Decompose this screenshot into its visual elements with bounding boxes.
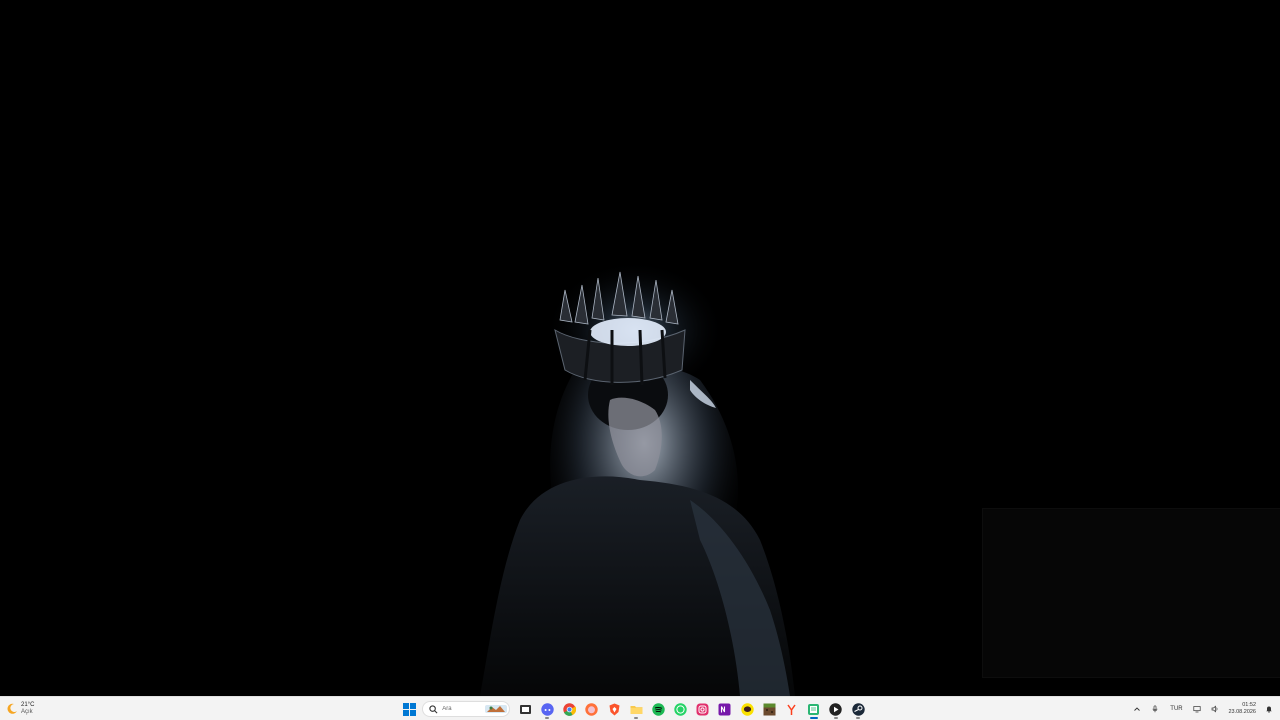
spotify-icon bbox=[652, 702, 665, 716]
kakaotalk-icon bbox=[740, 702, 754, 716]
search-highlight-image-icon bbox=[485, 705, 508, 713]
taskbar-app-whatsapp[interactable] bbox=[672, 700, 690, 718]
weather-temperature: 21°C bbox=[21, 702, 35, 708]
taskbar-app-instagram[interactable] bbox=[694, 700, 712, 718]
search-icon bbox=[429, 704, 438, 713]
weather-text: 21°C Açık bbox=[21, 702, 34, 716]
speaker-icon bbox=[1212, 705, 1218, 713]
discord-icon bbox=[541, 702, 554, 716]
clock-date: 23.08.2026 bbox=[1228, 709, 1256, 715]
play-icon bbox=[829, 702, 843, 716]
taskbar-app-notepad[interactable] bbox=[805, 700, 823, 719]
windows-logo-icon bbox=[402, 702, 416, 716]
yandex-icon bbox=[787, 704, 796, 715]
network-icon bbox=[1193, 706, 1202, 713]
show-hidden-icons-button[interactable] bbox=[1130, 700, 1144, 718]
clock[interactable]: 01:52 23.08.2026 bbox=[1224, 702, 1260, 716]
steam-icon bbox=[851, 702, 865, 716]
brave-icon bbox=[609, 703, 620, 715]
notepad-icon bbox=[808, 703, 820, 715]
system-tray: TUR 01:52 23.08.2026 bbox=[1128, 699, 1280, 719]
search-input[interactable] bbox=[438, 703, 493, 715]
taskbar-app-minecraft[interactable] bbox=[760, 700, 778, 718]
clock-time: 01:52 bbox=[1242, 702, 1256, 708]
taskbar-app-steam[interactable] bbox=[849, 700, 867, 719]
network-button[interactable] bbox=[1190, 700, 1204, 718]
moon-icon bbox=[7, 703, 17, 714]
taskbar-app-spotify[interactable] bbox=[649, 700, 667, 718]
minecraft-icon bbox=[763, 703, 776, 715]
volume-button[interactable] bbox=[1208, 700, 1222, 718]
desktop bbox=[0, 0, 1280, 696]
weather-condition: Açık bbox=[21, 709, 33, 715]
start-button[interactable] bbox=[400, 700, 418, 718]
taskbar: 21°C Açık Ara TUR 01:52 23.08.2026 bbox=[0, 696, 1280, 720]
microphone-button[interactable] bbox=[1148, 700, 1162, 718]
input-language-indicator[interactable]: TUR bbox=[1166, 700, 1186, 718]
taskbar-app-media-player[interactable] bbox=[827, 700, 845, 719]
firefox-icon bbox=[585, 702, 599, 716]
notification-button[interactable] bbox=[1262, 700, 1276, 718]
onenote-icon bbox=[718, 703, 731, 715]
taskbar-app-file-explorer[interactable] bbox=[627, 700, 645, 719]
taskbar-app-yandex[interactable] bbox=[783, 700, 801, 718]
chevron-up-icon bbox=[1134, 707, 1141, 711]
taskbar-app-onenote[interactable] bbox=[716, 700, 734, 718]
taskbar-app-discord[interactable] bbox=[538, 700, 556, 719]
taskbar-app-firefox[interactable] bbox=[583, 700, 601, 718]
bell-icon bbox=[1266, 706, 1272, 713]
taskbar-app-chrome[interactable] bbox=[561, 700, 579, 718]
chrome-icon bbox=[563, 702, 577, 716]
whatsapp-icon bbox=[674, 702, 687, 716]
instagram-icon bbox=[696, 703, 709, 715]
task-view-icon bbox=[519, 704, 531, 714]
weather-widget[interactable]: 21°C Açık bbox=[6, 699, 34, 719]
microphone-icon bbox=[1153, 705, 1158, 713]
search-box[interactable] bbox=[422, 701, 511, 717]
folder-icon bbox=[630, 705, 643, 714]
task-view-button[interactable] bbox=[516, 700, 534, 718]
taskbar-app-brave[interactable] bbox=[605, 700, 623, 718]
taskbar-app-area bbox=[398, 699, 869, 719]
taskbar-app-kakaotalk[interactable] bbox=[738, 700, 756, 718]
background-panel bbox=[982, 508, 1280, 678]
